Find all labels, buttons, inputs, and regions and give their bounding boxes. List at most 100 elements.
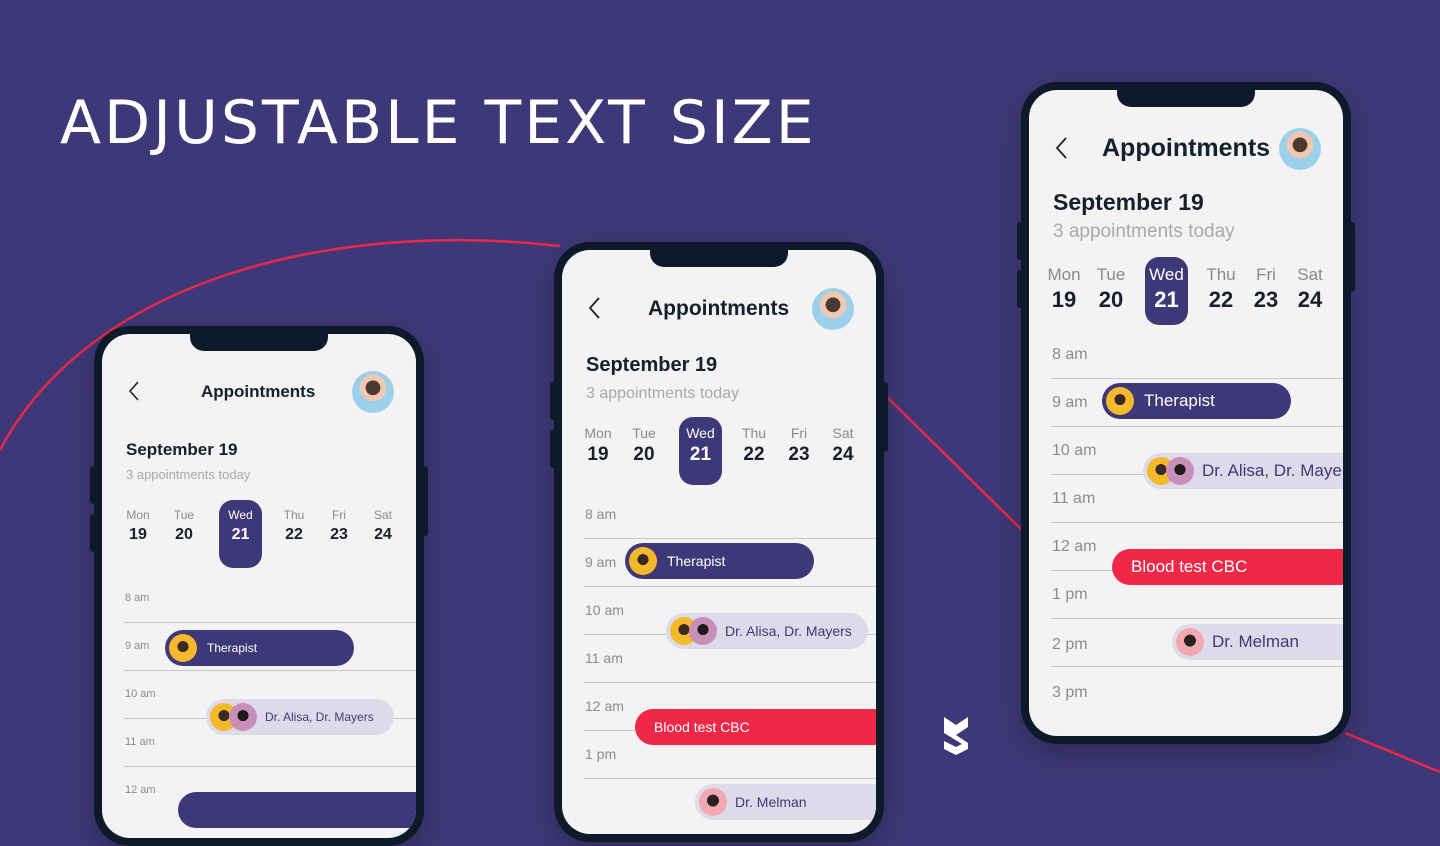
hour-label: 8 am — [585, 506, 617, 522]
hour-label: 10 am — [585, 602, 624, 618]
side-button — [90, 466, 96, 504]
event-dr-alisa-mayers[interactable]: Dr. Alisa, Dr. Mayers — [666, 613, 868, 649]
hour-label: 1 pm — [1052, 586, 1088, 603]
doctor-avatar — [699, 788, 727, 816]
day-tue[interactable]: Tue 20 — [168, 508, 200, 544]
day-wed-selected[interactable]: Wed 21 — [219, 500, 262, 568]
power-button — [422, 466, 428, 536]
day-fri[interactable]: Fri 23 — [1246, 265, 1286, 313]
date-heading: September 19 — [586, 354, 718, 376]
side-button — [550, 382, 556, 420]
hour-label: 10 am — [125, 688, 156, 700]
side-button — [90, 514, 96, 552]
phone-screen: Appointments September 19 3 appointments… — [562, 250, 876, 834]
week-strip: Mon 19 Tue 20 Wed 21 Thu 22 Fri 23 Sat 24 — [102, 500, 416, 568]
phone-small: Appointments September 19 3 appointments… — [90, 326, 428, 846]
day-tue[interactable]: Tue 20 — [626, 425, 662, 466]
event-next[interactable] — [178, 792, 416, 828]
phone-screen: Appointments September 19 3 appointments… — [1029, 90, 1343, 736]
divider — [124, 766, 416, 767]
divider — [1051, 426, 1343, 427]
hour-label: 9 am — [125, 640, 150, 652]
power-button — [882, 382, 888, 452]
phone-large: Appointments September 19 3 appointments… — [1017, 82, 1355, 744]
user-avatar[interactable] — [812, 288, 854, 330]
divider — [1051, 618, 1343, 619]
doctor-avatar — [229, 703, 257, 731]
hour-label: 8 am — [1052, 346, 1088, 363]
timeline: 8 am 9 am 10 am 11 am 12 am 1 pm Therapi… — [562, 506, 876, 834]
day-fri[interactable]: Fri 23 — [781, 425, 817, 466]
notch — [1117, 90, 1255, 107]
event-blood-test[interactable]: Blood test CBC — [1112, 549, 1343, 585]
event-dr-alisa-mayers[interactable]: Dr. Alisa, Dr. Mayers — [206, 699, 394, 735]
divider — [584, 778, 876, 779]
day-wed-selected[interactable]: Wed 21 — [679, 417, 722, 485]
doctor-avatar — [629, 547, 657, 575]
day-mon[interactable]: Mon 19 — [580, 425, 616, 466]
day-wed-selected[interactable]: Wed 21 — [1145, 257, 1188, 325]
timeline: 8 am 9 am 10 am 11 am 12 am 1 pm 2 pm 3 … — [1029, 346, 1343, 736]
divider — [584, 538, 876, 539]
day-mon[interactable]: Mon 19 — [122, 508, 154, 544]
user-avatar[interactable] — [352, 371, 394, 413]
date-heading: September 19 — [1053, 189, 1204, 215]
event-therapist[interactable]: Therapist — [165, 630, 354, 666]
divider — [584, 586, 876, 587]
event-therapist[interactable]: Therapist — [1102, 383, 1291, 419]
day-sat[interactable]: Sat 24 — [367, 508, 399, 544]
doctor-avatar — [169, 634, 197, 662]
page-title: Appointments — [201, 382, 316, 401]
week-strip: Mon 19 Tue 20 Wed 21 Thu 22 Fri 23 Sat 24 — [562, 417, 876, 485]
brand-logo-icon — [940, 713, 972, 760]
event-dr-melman[interactable]: Dr. Melman — [1172, 624, 1343, 660]
page-title: Appointments — [648, 297, 790, 320]
appointments-summary: 3 appointments today — [1053, 221, 1235, 242]
hour-label: 11 am — [585, 650, 623, 666]
phone-medium: Appointments September 19 3 appointments… — [550, 242, 888, 842]
hour-label: 9 am — [1052, 394, 1088, 411]
doctor-avatar — [689, 617, 717, 645]
page-title: Appointments — [1102, 134, 1271, 162]
divider — [584, 682, 876, 683]
hour-label: 11 am — [1052, 490, 1096, 507]
notch — [190, 334, 328, 351]
day-thu[interactable]: Thu 22 — [278, 508, 310, 544]
hour-label: 12 am — [1052, 538, 1097, 555]
side-button — [550, 430, 556, 468]
day-sat[interactable]: Sat 24 — [825, 425, 861, 466]
day-mon[interactable]: Mon 19 — [1044, 265, 1084, 313]
day-fri[interactable]: Fri 23 — [323, 508, 355, 544]
hour-label: 11 am — [125, 736, 155, 748]
hour-label: 3 pm — [1052, 684, 1088, 701]
day-sat[interactable]: Sat 24 — [1290, 265, 1330, 313]
divider — [1051, 666, 1343, 667]
hour-label: 1 pm — [585, 746, 617, 762]
divider — [1051, 522, 1343, 523]
user-avatar[interactable] — [1279, 128, 1321, 170]
side-button — [1017, 270, 1023, 308]
divider — [124, 670, 416, 671]
week-strip: Mon 19 Tue 20 Wed 21 Thu 22 Fri 23 Sat 24 — [1029, 257, 1343, 325]
day-thu[interactable]: Thu 22 — [736, 425, 772, 466]
divider — [1051, 378, 1343, 379]
chevron-left-icon[interactable] — [128, 380, 140, 407]
hour-label: 10 am — [1052, 442, 1097, 459]
appointments-summary: 3 appointments today — [586, 385, 739, 402]
date-heading: September 19 — [126, 440, 238, 459]
hour-label: 8 am — [125, 592, 150, 604]
event-dr-melman[interactable]: Dr. Melman — [695, 784, 876, 820]
event-therapist[interactable]: Therapist — [625, 543, 814, 579]
chevron-left-icon[interactable] — [588, 296, 602, 325]
chevron-left-icon[interactable] — [1055, 136, 1069, 165]
power-button — [1349, 222, 1355, 292]
hour-label: 9 am — [585, 554, 617, 570]
event-blood-test[interactable]: Blood test CBC — [635, 709, 876, 745]
event-dr-alisa-mayers[interactable]: Dr. Alisa, Dr. Mayers — [1143, 453, 1343, 489]
divider — [124, 622, 416, 623]
day-tue[interactable]: Tue 20 — [1091, 265, 1131, 313]
doctor-avatar — [1176, 628, 1204, 656]
hour-label: 2 pm — [1052, 636, 1088, 653]
notch — [650, 250, 788, 267]
day-thu[interactable]: Thu 22 — [1201, 265, 1241, 313]
